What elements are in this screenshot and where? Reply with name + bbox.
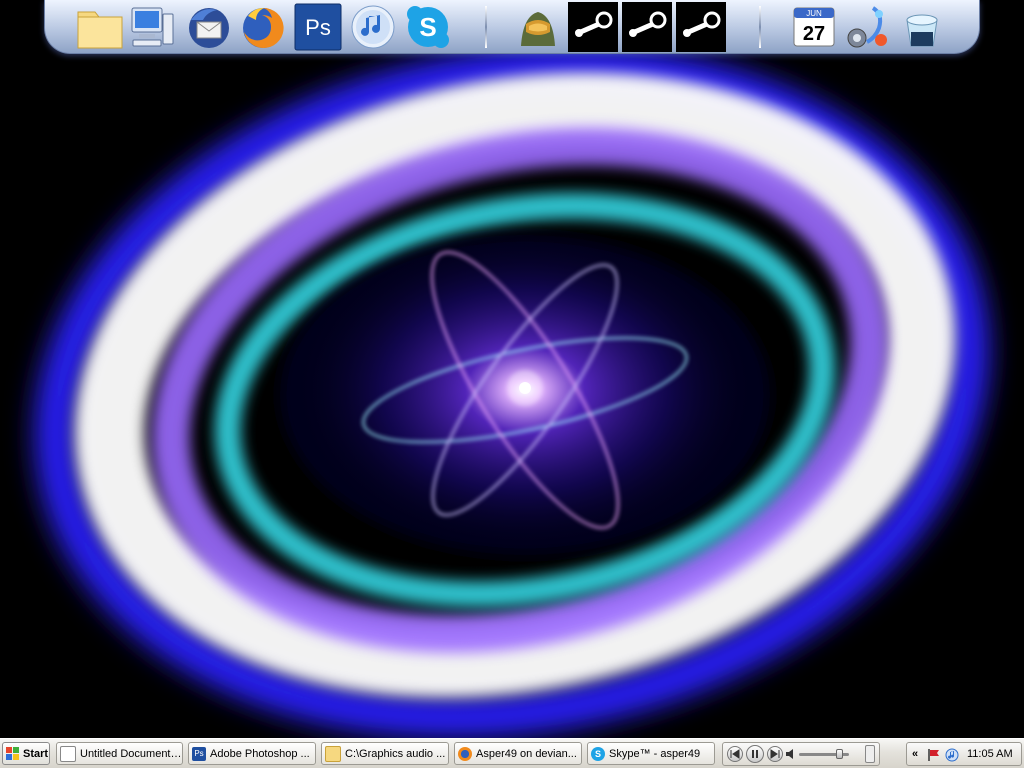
media-options-icon[interactable]: [865, 745, 875, 763]
windows-logo-icon: [6, 746, 20, 761]
steam-icon[interactable]: [622, 2, 672, 52]
dock: Ps S JUN 27: [44, 0, 980, 54]
taskbar-button-label: Adobe Photoshop ...: [210, 747, 310, 760]
dock-separator: [759, 6, 761, 48]
system-tray: « 11:05 AM: [906, 742, 1022, 766]
taskbar-button-label: Skype™ - asper49: [609, 747, 701, 760]
taskbar-button-label: Untitled Document ...: [80, 747, 182, 760]
svg-text:JUN: JUN: [806, 9, 822, 18]
pause-icon[interactable]: [746, 745, 764, 763]
svg-text:27: 27: [803, 23, 825, 45]
taskbar: Start Untitled Document ... Ps Adobe Pho…: [0, 738, 1024, 768]
settings-icon[interactable]: [843, 2, 893, 52]
taskbar-button-notepad[interactable]: Untitled Document ...: [56, 742, 183, 765]
flag-icon[interactable]: [927, 748, 941, 762]
taskbar-button-label: C:\Graphics audio ...: [345, 747, 446, 760]
taskbar-button-folder[interactable]: C:\Graphics audio ...: [321, 742, 449, 765]
skype-icon: S: [591, 746, 605, 761]
wallpaper: [0, 0, 1024, 738]
dock-separator: [485, 6, 487, 48]
steam-icon[interactable]: [568, 2, 618, 52]
svg-text:S: S: [419, 12, 436, 42]
taskbar-button-skype[interactable]: S Skype™ - asper49: [587, 742, 715, 765]
notepad-icon: [60, 745, 76, 762]
taskbar-button-firefox[interactable]: Asper49 on devian...: [454, 742, 582, 765]
desktop: Ps S JUN 27: [0, 0, 1024, 738]
tray-expand-button[interactable]: «: [912, 748, 918, 760]
previous-icon[interactable]: [727, 746, 743, 762]
skype-icon[interactable]: S: [403, 2, 453, 52]
firefox-icon[interactable]: [238, 2, 288, 52]
thunderbird-icon[interactable]: [183, 2, 233, 52]
folder-icon[interactable]: [75, 2, 125, 52]
steam-icon[interactable]: [676, 2, 726, 52]
calendar-icon[interactable]: JUN 27: [789, 2, 839, 52]
start-label: Start: [23, 747, 49, 760]
taskbar-button-photoshop[interactable]: Ps Adobe Photoshop ...: [188, 742, 316, 765]
next-icon[interactable]: [767, 746, 783, 762]
volume-slider-thumb[interactable]: [836, 749, 843, 759]
halo-icon[interactable]: [513, 2, 563, 52]
taskbar-button-label: Asper49 on devian...: [476, 747, 577, 760]
photoshop-icon[interactable]: Ps: [293, 2, 343, 52]
itunes-icon[interactable]: [348, 2, 398, 52]
clock: 11:05 AM: [967, 748, 1013, 760]
my-computer-icon[interactable]: [127, 2, 177, 52]
svg-text:Ps: Ps: [305, 15, 331, 40]
folder-icon: [325, 745, 341, 762]
photoshop-icon: Ps: [192, 746, 206, 761]
recycle-bin-icon[interactable]: [897, 2, 947, 52]
media-player-toolbar: [722, 742, 880, 766]
itunes-tray-icon[interactable]: [945, 748, 959, 762]
start-button[interactable]: Start: [2, 742, 50, 765]
volume-slider[interactable]: [799, 749, 849, 759]
firefox-icon: [458, 746, 472, 761]
volume-icon[interactable]: [785, 748, 797, 760]
